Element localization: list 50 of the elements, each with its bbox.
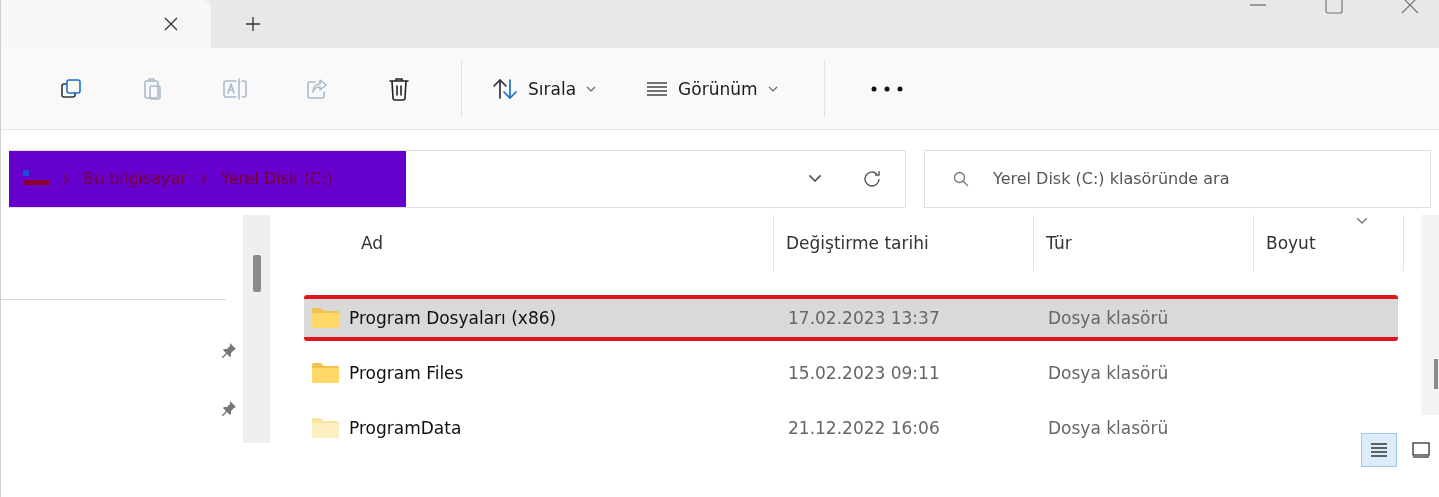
scrollbar[interactable] (243, 215, 270, 443)
file-name: Program Dosyaları (x86) (349, 308, 557, 328)
file-name: Program Files (349, 363, 464, 383)
trash-icon (387, 75, 411, 102)
caret-icon (767, 85, 778, 92)
column-header[interactable]: Değiştirme tarihi (773, 215, 1034, 271)
list-icon (1370, 442, 1388, 458)
rename-icon (222, 76, 248, 101)
pin-icon (221, 342, 237, 358)
folder-icon (312, 418, 339, 438)
sort-icon (492, 77, 518, 100)
refresh-icon (862, 168, 882, 189)
close-window-icon[interactable] (1401, 0, 1419, 16)
maximize-icon[interactable] (1325, 0, 1343, 14)
modified-date: 17.02.2023 13:37 (787, 308, 941, 328)
file-name: ProgramData (349, 418, 462, 438)
scrollbar[interactable] (1421, 215, 1439, 415)
column-header[interactable]: Boyut (1253, 215, 1404, 271)
plus-icon (245, 16, 261, 32)
close-icon (163, 16, 179, 32)
chevron-icon (63, 173, 69, 184)
search-box[interactable]: Yerel Disk (C:) klasöründe ara (924, 149, 1431, 208)
details-view-button[interactable] (1361, 433, 1397, 467)
search-icon (953, 170, 969, 187)
more-icon (870, 85, 903, 92)
file-type: Dosya klasörü (1047, 418, 1170, 438)
file-type: Dosya klasörü (1047, 308, 1170, 328)
lines-icon (646, 80, 669, 97)
computer-icon (23, 169, 49, 188)
modified-date: 15.02.2023 09:11 (787, 363, 941, 383)
file-row[interactable]: Program Dosyaları (x86) 17.02.2023 13:37 Dosya klasörü (304, 295, 1398, 341)
view-button[interactable]: Görünüm (642, 72, 782, 105)
caret-icon (586, 85, 597, 92)
caret-icon (808, 174, 822, 183)
column-header[interactable]: Ad (303, 215, 774, 271)
file-row[interactable]: Program Files 15.02.2023 09:11 Dosya klasörü (304, 350, 1398, 396)
sort-caret-icon (1356, 217, 1368, 225)
file-row[interactable]: ProgramData 21.12.2022 16:06 Dosya klasörü (304, 405, 1398, 451)
pin-icon (221, 400, 237, 416)
folder-icon (312, 308, 339, 328)
file-type: Dosya klasörü (1047, 363, 1170, 383)
sort-button[interactable]: Sırala (488, 71, 601, 106)
search-field[interactable]: Yerel Disk (C:) klasöründe ara (991, 168, 1430, 189)
tile-icon (1412, 442, 1430, 458)
share-icon (305, 76, 329, 101)
modified-date: 21.12.2022 16:06 (787, 418, 941, 438)
folder-icon (312, 363, 339, 383)
copy-icon (59, 76, 83, 101)
column-header[interactable]: Tür (1033, 215, 1254, 271)
chevron-icon (200, 173, 207, 184)
